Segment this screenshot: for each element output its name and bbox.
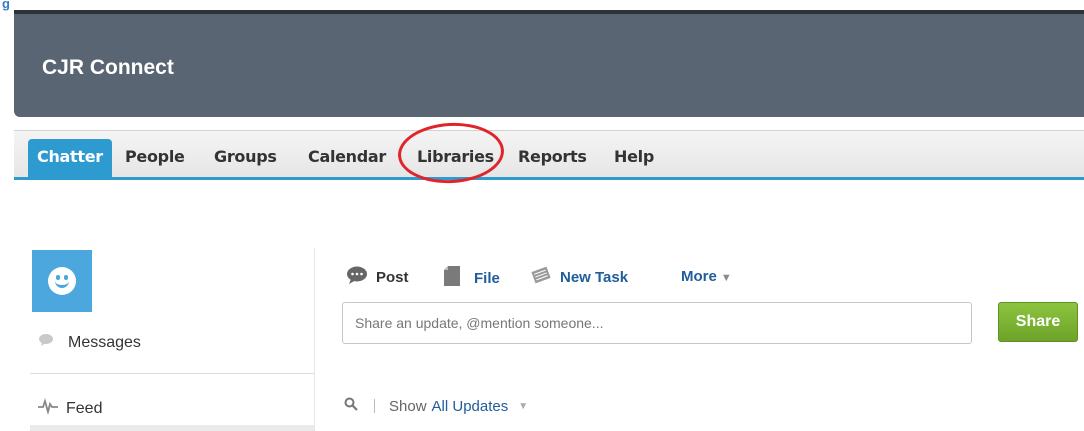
speech-bubble-icon [38,333,54,352]
sidebar-item-messages[interactable]: Messages [38,333,141,352]
feed-filter: Show All Updates ▼ [344,397,528,415]
smiley-face-icon [48,267,76,295]
filter-show-label: Show [389,397,427,415]
publisher-more-menu[interactable]: More ▼ [681,268,732,285]
sidebar-border [314,248,315,431]
sidebar-item-label: Feed [66,399,103,417]
tab-bar: Chatter People Groups Calendar Libraries… [14,130,1084,180]
publisher-action-label: File [474,269,500,287]
publisher-post-action[interactable]: Post [346,266,409,288]
avatar[interactable] [32,250,92,312]
app-header: CJR Connect [14,10,1084,117]
chat-bubble-icon [346,266,368,288]
sidebar-item-feed[interactable]: Feed [38,397,103,419]
tab-groups[interactable]: Groups [204,139,287,177]
publisher-action-label: New Task [560,268,629,286]
filter-value-dropdown[interactable]: All Updates [432,398,509,415]
tab-people[interactable]: People [115,139,195,177]
tab-reports[interactable]: Reports [508,139,597,177]
share-button[interactable]: Share [998,302,1078,342]
corner-fragment: g [0,0,30,11]
sidebar-divider [30,373,314,374]
share-update-input[interactable] [342,302,972,344]
sidebar-item-label: Messages [68,333,141,351]
publisher-new-task-action[interactable]: New Task [530,266,628,288]
more-label: More [681,268,717,285]
tab-help[interactable]: Help [604,139,664,177]
tab-calendar[interactable]: Calendar [298,139,396,177]
document-icon [444,266,460,290]
filter-separator [374,399,375,413]
corner-text: g [2,0,10,11]
pulse-line-icon [38,397,58,419]
chevron-down-icon[interactable]: ▼ [518,401,528,412]
chevron-down-icon: ▼ [720,272,732,284]
search-icon[interactable] [344,397,358,415]
sidebar-selected-strip [30,425,314,431]
publisher-file-action[interactable]: File [444,266,500,290]
publisher-action-label: Post [376,268,409,286]
app-title: CJR Connect [42,56,174,79]
notepad-icon [530,266,552,288]
tab-chatter[interactable]: Chatter [28,139,112,177]
